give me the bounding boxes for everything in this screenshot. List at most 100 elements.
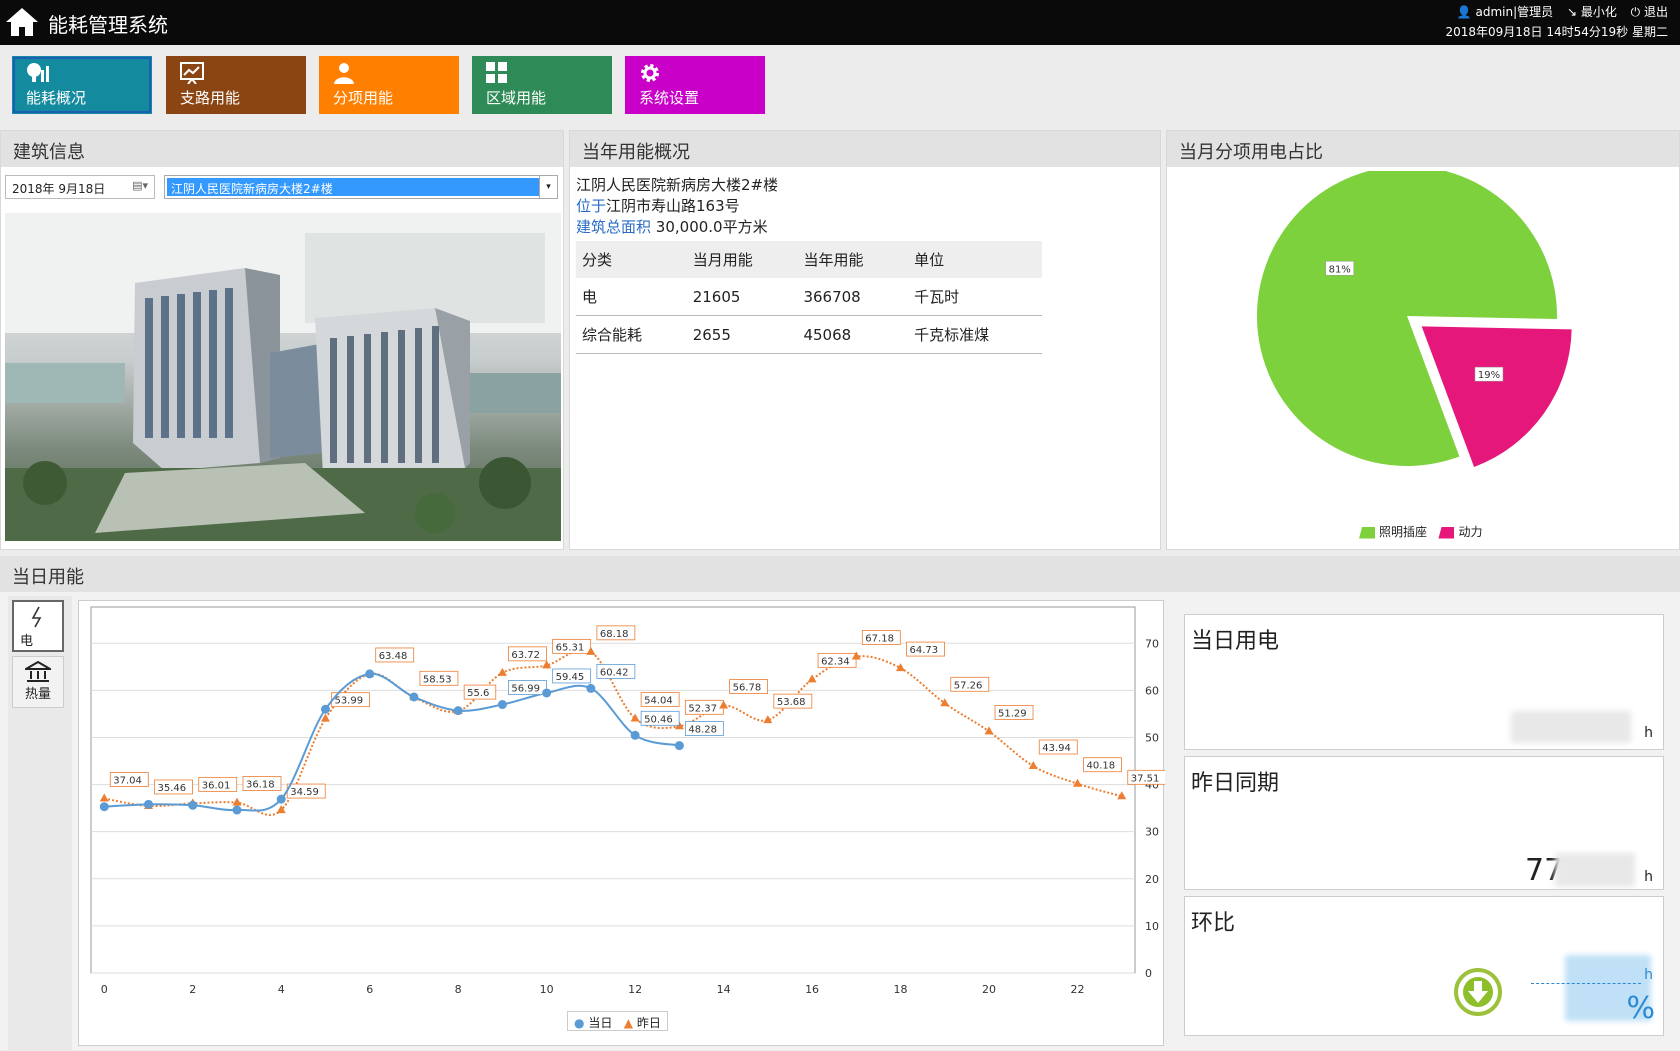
down-arrow-icon: [1454, 968, 1502, 1016]
card-title: 昨日同期: [1191, 771, 1280, 796]
x-tick-label: 4: [278, 983, 285, 996]
nav-branch-energy[interactable]: 支路用能: [166, 56, 306, 114]
legend-item[interactable]: ● 当日: [574, 1016, 612, 1030]
panel-title: 当日用能: [0, 556, 1680, 592]
legend-item[interactable]: 动力: [1438, 525, 1482, 539]
usage-table: 分类 当月用能 当年用能 单位 电 21605 366708 千瓦时 综合能耗 …: [576, 241, 1042, 354]
data-label: 64.73: [910, 645, 939, 656]
tab-electricity[interactable]: 电: [12, 600, 64, 652]
x-tick-label: 22: [1070, 983, 1084, 996]
legend-item[interactable]: ▲ 昨日: [624, 1016, 661, 1030]
table-row: 电 21605 366708 千瓦时: [576, 278, 1042, 316]
point-today[interactable]: [232, 805, 242, 815]
column-header: 当年用能: [797, 241, 909, 278]
nav-area-energy[interactable]: 区域用能: [472, 56, 612, 114]
card-unit: h: [1644, 725, 1653, 741]
logout-button[interactable]: ⏻ 退出: [1631, 5, 1668, 19]
legend-item[interactable]: 照明插座: [1359, 525, 1427, 539]
nav-label: 支路用能: [180, 89, 241, 107]
date-picker[interactable]: 2018年 9月18日 ▤▾: [5, 175, 155, 199]
app-title: 能耗管理系统: [48, 13, 168, 37]
data-label: 53.68: [777, 697, 806, 708]
calendar-icon[interactable]: ▤▾: [132, 179, 148, 192]
legend-label: 昨日: [636, 1016, 661, 1030]
point-today[interactable]: [99, 802, 109, 812]
building-select[interactable]: 江阴人民医院新病房大楼2#楼 ▾: [164, 175, 558, 199]
point-yesterday[interactable]: [276, 805, 286, 814]
building-details: 江阴人民医院新病房大楼2#楼 位于江阴市寿山路163号 建筑总面积 30,000…: [576, 175, 778, 238]
daily-line-chart: 0102030405060700 2 4 6 8 10 12 14 16 18 20 2237.043…: [90, 606, 1167, 996]
table-cell: 45068: [797, 315, 909, 354]
point-today[interactable]: [497, 700, 507, 710]
point-today[interactable]: [453, 706, 463, 716]
card-unit: h: [1644, 869, 1653, 885]
redacted-value: [1511, 711, 1631, 743]
data-label: 43.94: [1042, 743, 1071, 754]
percent-sign: %: [1626, 991, 1655, 1026]
nav-itemized-energy[interactable]: 分项用能: [319, 56, 459, 114]
point-yesterday[interactable]: [1117, 791, 1127, 800]
data-label: 53.99: [334, 696, 363, 707]
point-today[interactable]: [630, 730, 640, 740]
x-tick-label: 10: [540, 983, 554, 996]
data-label: 63.48: [379, 651, 408, 662]
table-cell: 366708: [797, 278, 909, 316]
point-today[interactable]: [409, 692, 419, 702]
point-yesterday[interactable]: [99, 793, 109, 802]
x-tick-label: 8: [455, 983, 462, 996]
point-today[interactable]: [674, 741, 684, 751]
minimize-button[interactable]: ↘ 最小化: [1567, 5, 1617, 19]
nav-label: 分项用能: [333, 89, 394, 107]
nav-system-settings[interactable]: 系统设置: [625, 56, 765, 114]
pie-label: 81%: [1329, 264, 1351, 275]
datetime: 2018年09月18日 14时54分19秒 星期二: [1445, 25, 1668, 39]
panel-title: 当月分项用电占比: [1167, 131, 1679, 167]
mom-card: 环比 h %: [1184, 896, 1664, 1036]
data-label: 63.72: [511, 650, 540, 661]
top-bar: 能耗管理系统 👤 admin|管理员 ↘ 最小化 ⏻ 退出 2018年09月18…: [0, 0, 1680, 45]
legend-label: 动力: [1458, 525, 1483, 539]
data-label: 37.04: [113, 776, 142, 787]
nav-energy-overview[interactable]: 能耗概况: [12, 56, 152, 114]
point-today[interactable]: [542, 688, 552, 698]
y-tick-label: 70: [1145, 637, 1159, 650]
data-label: 59.45: [556, 672, 585, 683]
point-yesterday[interactable]: [940, 698, 950, 707]
tab-heat[interactable]: 热量: [12, 656, 64, 708]
yesterday-card: 昨日同期 77 h: [1184, 756, 1664, 890]
point-today[interactable]: [144, 799, 154, 809]
line-legend: ● 当日 ▲ 昨日: [567, 1011, 668, 1031]
data-label: 52.37: [688, 703, 717, 714]
pie-chart: 81% 19%: [1257, 171, 1572, 467]
point-today[interactable]: [365, 669, 375, 679]
legend-label: 照明插座: [1379, 525, 1428, 539]
chevron-down-icon[interactable]: ▾: [539, 176, 557, 198]
column-header: 当月用能: [686, 241, 798, 278]
card-title: 当日用电: [1191, 629, 1280, 654]
data-label: 40.18: [1086, 761, 1115, 772]
data-label: 62.34: [821, 656, 850, 667]
point-today[interactable]: [276, 794, 286, 804]
nav-label: 能耗概况: [26, 89, 87, 107]
point-yesterday[interactable]: [232, 797, 242, 806]
user-link[interactable]: 👤 admin|管理员: [1457, 5, 1553, 19]
home-icon[interactable]: [4, 6, 40, 38]
data-label: 35.46: [158, 783, 187, 794]
y-tick-label: 0: [1145, 967, 1152, 980]
point-yesterday[interactable]: [807, 674, 817, 683]
x-tick-label: 20: [982, 983, 996, 996]
area-line: 建筑总面积 30,000.0平方米: [576, 217, 778, 238]
building-illustration: [5, 213, 561, 541]
point-today[interactable]: [188, 800, 198, 810]
table-cell: 21605: [686, 278, 798, 316]
lightning-icon: [31, 606, 42, 628]
location-value: 江阴市寿山路163号: [606, 197, 740, 215]
grid-icon: [486, 62, 507, 83]
point-today[interactable]: [320, 704, 330, 714]
y-tick-label: 20: [1145, 873, 1159, 886]
data-label: 55.6: [467, 688, 489, 699]
redacted-value: [1555, 853, 1635, 887]
point-today[interactable]: [586, 683, 596, 693]
y-tick-label: 60: [1145, 684, 1159, 697]
data-label: 34.59: [290, 787, 319, 798]
